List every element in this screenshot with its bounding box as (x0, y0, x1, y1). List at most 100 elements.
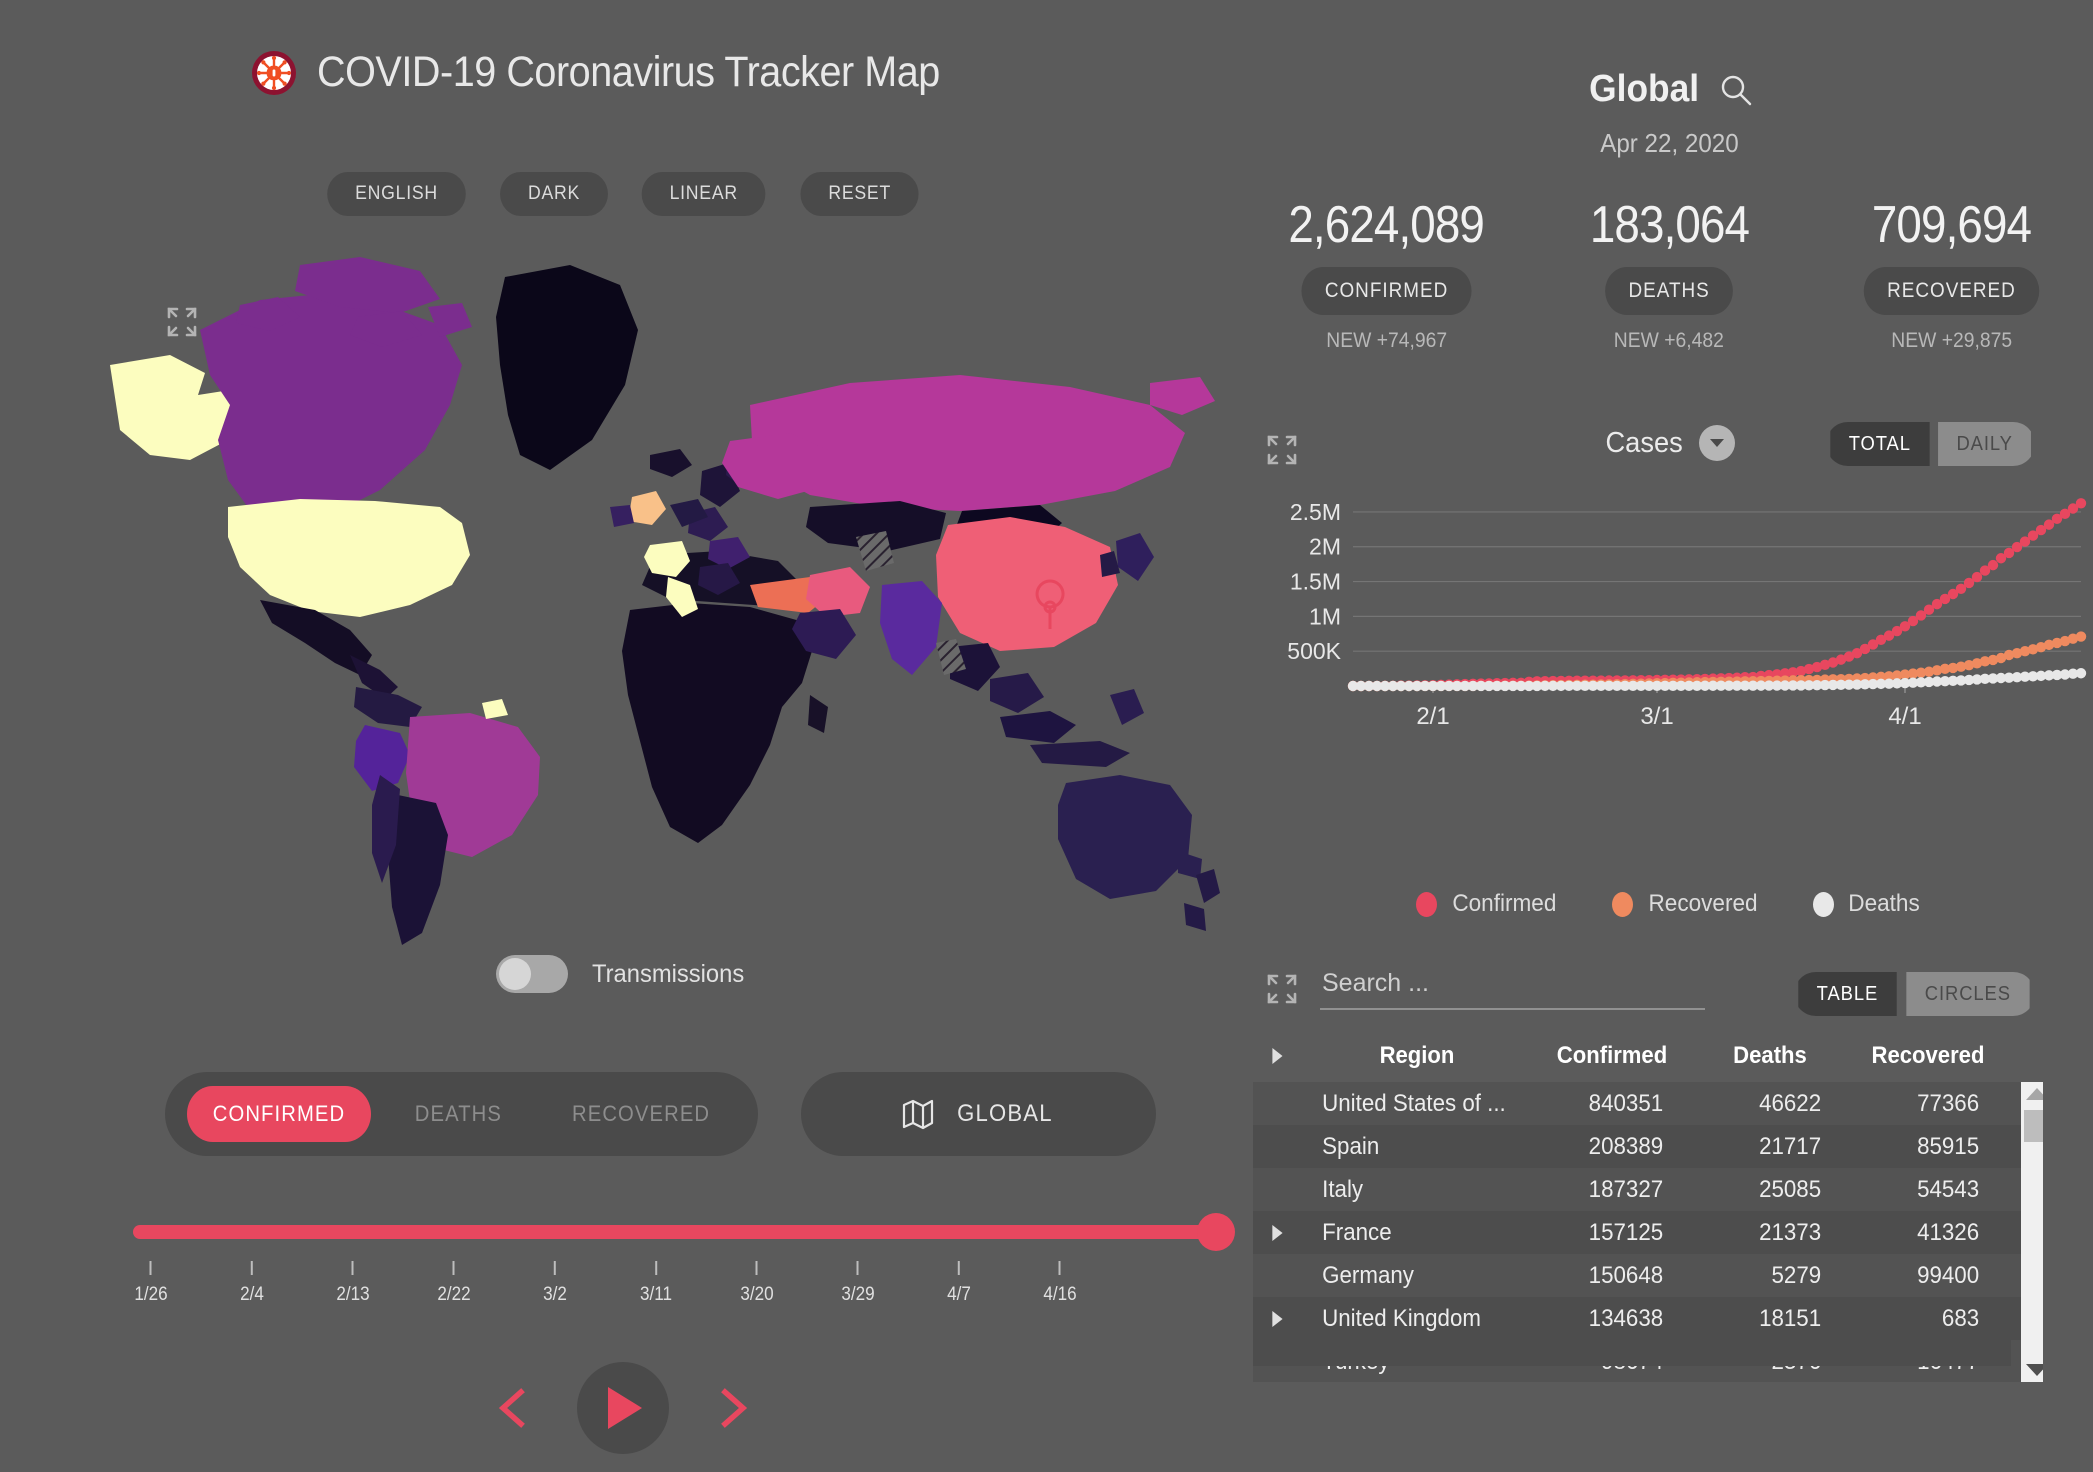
tick-mark (351, 1261, 354, 1275)
metric-confirmed-button[interactable]: CONFIRMED (187, 1086, 372, 1142)
world-map[interactable] (110, 255, 1240, 955)
theme-button[interactable]: DARK (500, 172, 609, 216)
transmissions-toggle[interactable] (496, 955, 569, 993)
scale-button[interactable]: LINEAR (641, 172, 766, 216)
y-tick-label: 2.5M (1290, 499, 1341, 525)
recovered-value: 709,694 (1872, 196, 2032, 254)
reset-button[interactable]: RESET (800, 172, 919, 216)
legend-item[interactable]: Deaths (1812, 890, 1922, 918)
global-scope-button[interactable]: GLOBAL (801, 1072, 1156, 1156)
cell-confirmed: 187327 (1588, 1175, 1664, 1203)
recovered-label-button[interactable]: RECOVERED (1863, 267, 2040, 315)
expand-icon[interactable] (1265, 972, 1299, 1006)
chart-toggle-total[interactable]: TOTAL (1830, 422, 1930, 466)
legend-swatch (1611, 891, 1633, 917)
tick-mark (755, 1261, 758, 1275)
row-expand-cell[interactable] (1255, 1310, 1300, 1327)
scrollbar-thumb[interactable] (2024, 1110, 2043, 1142)
bottom-controls: CONFIRMED DEATHS RECOVERED GLOBAL (165, 1072, 1156, 1156)
global-button-label: GLOBAL (956, 1100, 1053, 1127)
search-icon[interactable] (1719, 73, 1753, 107)
date-row: Apr 22, 2020 (1245, 128, 2093, 159)
table-row[interactable]: United States of ... 840351 46622 77366 (1253, 1082, 2043, 1125)
cell-confirmed: 134638 (1588, 1304, 1664, 1332)
chevron-right-icon[interactable] (717, 1386, 751, 1430)
table-row[interactable]: United Kingdom 134638 18151 683 (1253, 1297, 2043, 1340)
choropleth-map[interactable] (110, 255, 1240, 955)
tick-label: 2/4 (240, 1284, 264, 1305)
column-header-recovered[interactable]: Recovered (1855, 1042, 2000, 1070)
recovered-new: NEW +29,875 (1891, 329, 2013, 352)
x-tick-label: 2/1 (1416, 703, 1449, 730)
y-tick-label: 1M (1309, 603, 1341, 629)
slider-track[interactable] (133, 1213, 1235, 1251)
metric-recovered-button[interactable]: RECOVERED (546, 1086, 736, 1142)
tick-mark (856, 1261, 859, 1275)
scroll-up-arrow[interactable] (2026, 1088, 2043, 1100)
view-toggle-table[interactable]: TABLE (1798, 972, 1898, 1016)
table-footer (1253, 1338, 2011, 1366)
metric-deaths-button[interactable]: DEATHS (389, 1086, 528, 1142)
page-title: COVID-19 Coronavirus Tracker Map (317, 48, 940, 96)
column-header-confirmed[interactable]: Confirmed (1539, 1042, 1684, 1070)
search-input[interactable] (1320, 965, 1705, 1010)
cell-deaths: 21373 (1759, 1218, 1822, 1246)
timeline-slider[interactable]: 1/26 2/4 2/13 2/22 3/2 3/11 3/20 3/29 4/7 4/16 (133, 1213, 1235, 1321)
table-row[interactable]: Italy 187327 25085 54543 (1253, 1168, 2043, 1211)
transmissions-toggle-row: Transmissions (0, 955, 1245, 993)
region-name: Global (1589, 68, 1699, 110)
play-button[interactable] (576, 1362, 669, 1454)
timeline-tick: 3/29 (840, 1261, 877, 1306)
cell-deaths: 21717 (1759, 1132, 1822, 1160)
language-button[interactable]: ENGLISH (327, 172, 466, 216)
tick-label: 3/11 (639, 1284, 673, 1305)
cell-recovered: 77366 (1917, 1089, 1980, 1117)
row-expand-cell[interactable] (1255, 1224, 1300, 1241)
stat-recovered: 709,694 RECOVERED NEW +29,875 (1810, 195, 2093, 353)
view-toggle-circles[interactable]: CIRCLES (1906, 972, 2030, 1016)
table-circles-toggle[interactable]: TABLE CIRCLES (1794, 972, 2035, 1016)
coronavirus-icon (252, 50, 296, 95)
metric-selector: CONFIRMED DEATHS RECOVERED (165, 1072, 758, 1156)
tick-label: 4/16 (1043, 1284, 1077, 1305)
cell-region: Italy (1322, 1175, 1364, 1203)
row-expand-triangle[interactable] (1271, 1224, 1283, 1241)
chart-title: Cases (1605, 426, 1683, 459)
chart-svg: 500K 1M 1.5M 2M 2.5M 2/1 3/1 4/1 (1287, 498, 2087, 730)
table-row[interactable]: Germany 150648 5279 99400 (1253, 1254, 2043, 1297)
row-expand-triangle[interactable] (1271, 1310, 1283, 1327)
table-scrollbar[interactable] (2021, 1082, 2043, 1382)
scroll-down-arrow[interactable] (2026, 1364, 2043, 1376)
legend-item[interactable]: Recovered (1611, 890, 1761, 918)
table-row[interactable]: France 157125 21373 41326 (1253, 1211, 2043, 1254)
timeline-tick: 3/2 (542, 1261, 568, 1306)
timeline-tick: 2/4 (239, 1261, 265, 1306)
tick-mark (553, 1261, 556, 1275)
column-header-region[interactable]: Region (1310, 1042, 1523, 1070)
legend-item[interactable]: Confirmed (1416, 890, 1560, 918)
deaths-new: NEW +6,482 (1613, 329, 1725, 352)
stats-row: 2,624,089 CONFIRMED NEW +74,967 183,064 … (1245, 195, 2093, 353)
cases-chart[interactable]: 500K 1M 1.5M 2M 2.5M 2/1 3/1 4/1 (1245, 490, 2093, 740)
chart-toggle-daily[interactable]: DAILY (1937, 422, 2031, 466)
cell-region: France (1322, 1218, 1392, 1246)
slider-thumb[interactable] (1197, 1213, 1235, 1251)
deaths-label-button[interactable]: DEATHS (1605, 267, 1734, 315)
tick-label: 3/2 (543, 1284, 567, 1305)
chart-metric-dropdown[interactable] (1699, 425, 1736, 461)
chevron-left-icon[interactable] (495, 1386, 529, 1430)
y-tick-label: 1.5M (1290, 569, 1341, 595)
expand-all-triangle[interactable] (1271, 1048, 1283, 1064)
tick-label: 2/13 (336, 1284, 370, 1305)
column-header-deaths[interactable]: Deaths (1697, 1042, 1842, 1070)
y-tick-label: 500K (1287, 638, 1341, 664)
table-row[interactable]: Spain 208389 21717 85915 (1253, 1125, 2043, 1168)
region-header: Global (1245, 68, 2093, 111)
map-icon (902, 1099, 933, 1130)
timeline-tick: 1/26 (133, 1261, 170, 1306)
chart-total-daily-toggle[interactable]: TOTAL DAILY (1826, 422, 2035, 466)
cell-region: Germany (1322, 1261, 1414, 1289)
tick-mark (149, 1261, 152, 1275)
x-tick-label: 4/1 (1888, 703, 1921, 730)
confirmed-label-button[interactable]: CONFIRMED (1301, 267, 1472, 315)
